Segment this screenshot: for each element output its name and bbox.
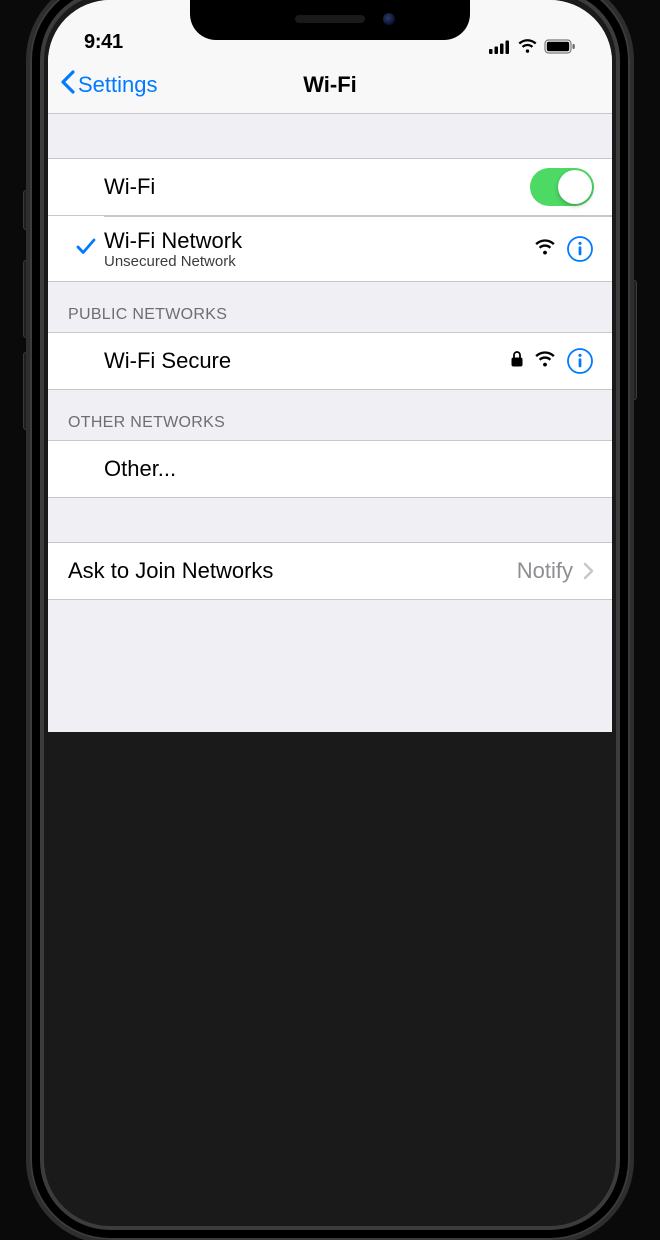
connected-network-row[interactable]: Wi-Fi Network Unsecured Network [48, 216, 612, 282]
info-button[interactable] [566, 235, 594, 263]
other-label: Other... [104, 456, 594, 482]
cellular-icon [489, 40, 511, 54]
lock-icon [510, 348, 524, 374]
chevron-right-icon [583, 562, 594, 580]
switch-knob [558, 170, 592, 204]
side-button [631, 280, 637, 400]
wifi-toggle-row[interactable]: Wi-Fi [48, 158, 612, 216]
other-networks-header: OTHER NETWORKS [48, 390, 612, 440]
battery-icon [544, 39, 576, 54]
wifi-toggle-label: Wi-Fi [104, 174, 530, 200]
network-name: Wi-Fi Network [104, 228, 534, 254]
wifi-switch[interactable] [530, 168, 594, 206]
nav-bar: Settings Wi-Fi [48, 56, 612, 114]
checkmark-icon [75, 235, 97, 262]
chevron-left-icon [60, 70, 76, 100]
content: Wi-Fi Wi-Fi Network Unsecured Network [48, 114, 612, 600]
volume-up-button [23, 260, 29, 338]
ask-to-join-row[interactable]: Ask to Join Networks Notify [48, 542, 612, 600]
notch [190, 0, 470, 40]
back-label: Settings [78, 72, 158, 98]
wifi-icon [517, 39, 538, 54]
other-network-row[interactable]: Other... [48, 440, 612, 498]
public-network-name: Wi-Fi Secure [104, 348, 510, 374]
volume-down-button [23, 352, 29, 430]
section-gap [48, 498, 612, 542]
silent-switch [23, 190, 29, 230]
back-button[interactable]: Settings [48, 70, 158, 100]
section-gap [48, 114, 612, 158]
ask-to-join-label: Ask to Join Networks [68, 558, 517, 584]
public-network-row[interactable]: Wi-Fi Secure [48, 332, 612, 390]
status-time: 9:41 [84, 31, 123, 54]
network-subtitle: Unsecured Network [104, 253, 534, 270]
wifi-signal-icon [534, 348, 556, 374]
info-button[interactable] [566, 347, 594, 375]
ask-to-join-value: Notify [517, 558, 573, 584]
front-camera [383, 13, 395, 25]
screen: 9:41 [48, 0, 612, 732]
status-indicators [489, 39, 576, 54]
public-networks-header: PUBLIC NETWORKS [48, 282, 612, 332]
speaker-grill [295, 15, 365, 23]
wifi-signal-icon [534, 236, 556, 262]
